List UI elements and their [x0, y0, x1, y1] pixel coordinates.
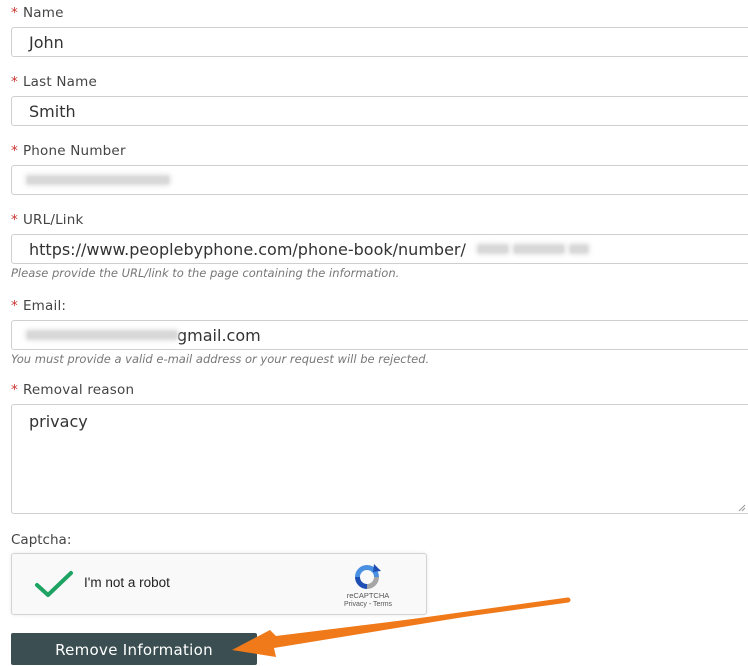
redacted-url-part [569, 245, 588, 253]
url-input[interactable]: https://www.peoplebyphone.com/phone-book… [11, 234, 748, 264]
reason-label-text: Removal reason [22, 382, 135, 398]
recaptcha-widget: I'm not a robot reCAPTCHA Privacy - Term… [11, 553, 427, 615]
required-mark: * [11, 212, 18, 228]
recaptcha-logo-icon [355, 564, 381, 589]
name-input[interactable]: John [11, 27, 748, 57]
recaptcha-checkbox-label: I'm not a robot [84, 575, 170, 590]
checkmark-icon[interactable] [34, 569, 74, 599]
url-label-text: URL/Link [22, 212, 84, 228]
redacted-email-user [27, 331, 177, 339]
email-hint: You must provide a valid e-mail address … [11, 352, 430, 366]
name-label: * Name [11, 5, 64, 21]
url-hint: Please provide the URL/link to the page … [11, 266, 400, 280]
captcha-label: Captcha: [11, 532, 72, 548]
remove-information-button[interactable]: Remove Information [11, 633, 257, 665]
required-mark: * [11, 143, 18, 159]
recaptcha-brand: reCAPTCHA [346, 591, 390, 600]
phone-label-text: Phone Number [22, 143, 126, 159]
required-mark: * [11, 298, 18, 314]
required-mark: * [11, 382, 18, 398]
last-name-value: Smith [29, 101, 76, 121]
name-label-text: Name [22, 5, 64, 21]
redacted-url-part [477, 245, 508, 253]
resize-grip-icon[interactable] [738, 504, 746, 512]
url-label: * URL/Link [11, 212, 84, 228]
email-value: gmail.com [177, 325, 261, 345]
phone-label: * Phone Number [11, 143, 126, 159]
phone-input[interactable] [11, 165, 748, 195]
last-name-label-text: Last Name [22, 74, 97, 90]
last-name-label: * Last Name [11, 74, 97, 90]
reason-label: * Removal reason [11, 382, 134, 398]
redacted-phone [27, 176, 169, 184]
required-mark: * [11, 74, 18, 90]
last-name-input[interactable]: Smith [11, 96, 748, 126]
recaptcha-privacy-link[interactable]: Privacy [344, 601, 367, 608]
url-value: https://www.peoplebyphone.com/phone-book… [29, 239, 466, 259]
recaptcha-terms-link[interactable]: Terms [373, 601, 392, 608]
email-input[interactable]: gmail.com [11, 320, 748, 350]
reason-value: privacy [29, 412, 88, 431]
required-mark: * [11, 5, 18, 21]
redacted-url-part [513, 245, 564, 253]
recaptcha-links: Privacy - Terms [330, 601, 406, 608]
reason-textarea[interactable]: privacy [11, 404, 748, 514]
email-label: * Email: [11, 298, 66, 314]
email-label-text: Email: [22, 298, 67, 314]
name-value: John [29, 32, 64, 52]
